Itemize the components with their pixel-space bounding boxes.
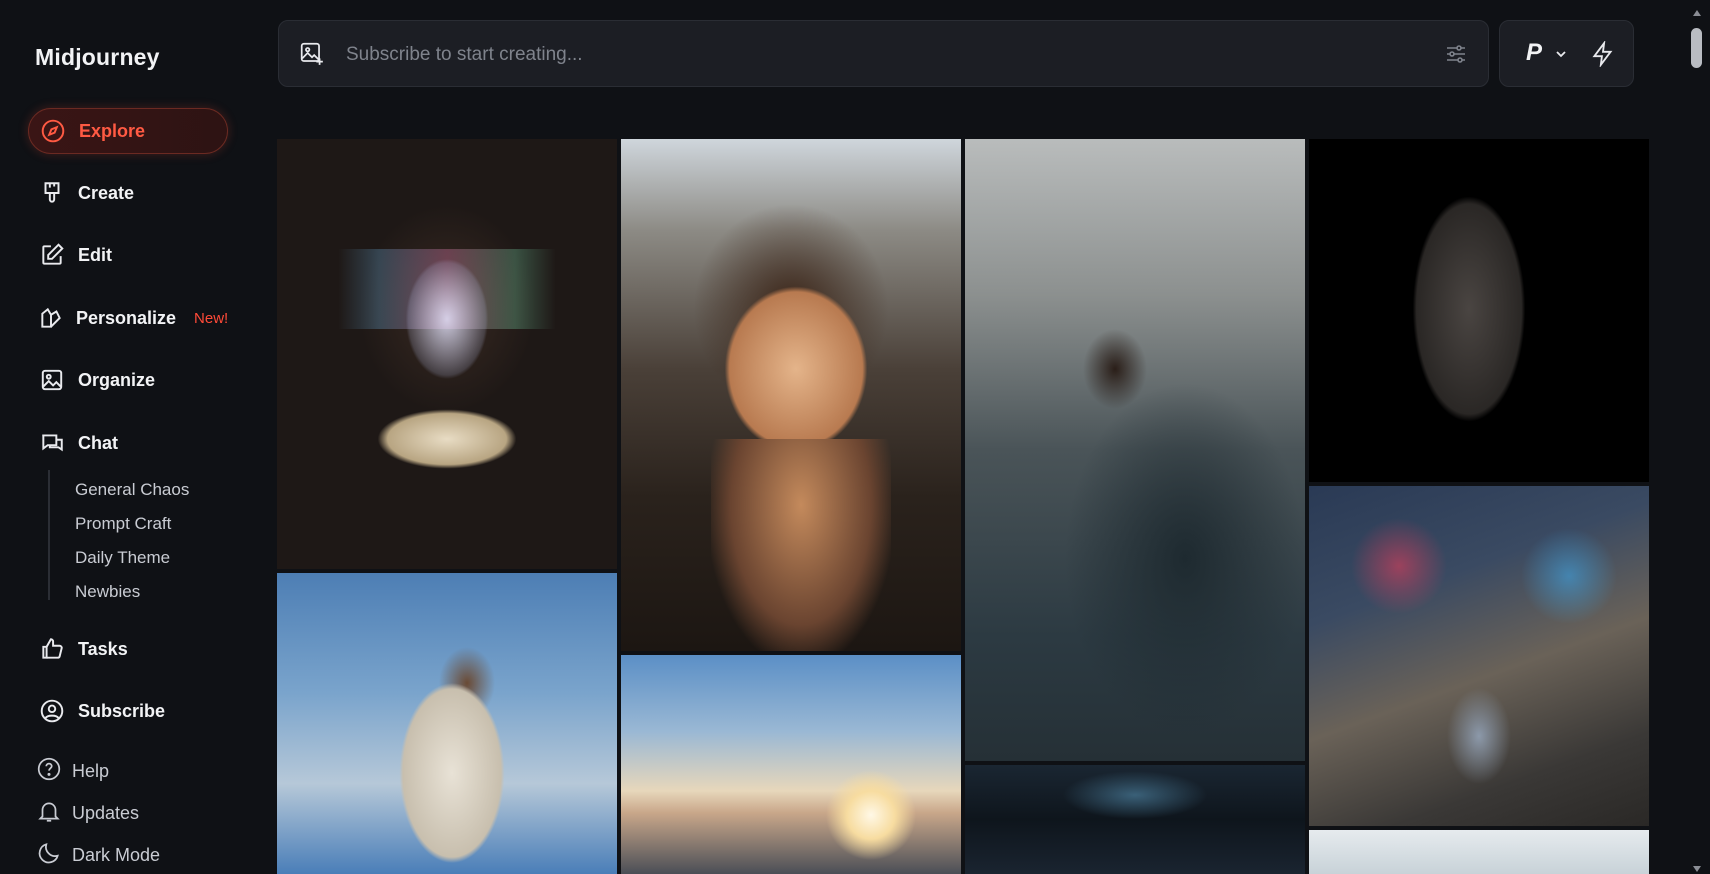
nav-label: Personalize (76, 307, 177, 328)
add-image-icon[interactable] (299, 41, 325, 67)
compass-icon (39, 117, 67, 145)
gallery-image-city-crossing[interactable] (1309, 486, 1649, 826)
nav-help[interactable]: Help (36, 756, 109, 787)
thumbs-up-icon (38, 635, 66, 663)
prompt-bar (278, 20, 1489, 87)
nav-explore[interactable]: Explore (28, 108, 228, 154)
gallery-image-sunset-plain[interactable] (621, 655, 961, 874)
moon-icon (36, 840, 62, 871)
gallery-image-holographic-portrait[interactable] (277, 139, 617, 569)
chat-room-list: General Chaos Prompt Craft Daily Theme N… (48, 470, 238, 602)
nav-updates-label: Updates (72, 803, 140, 823)
explore-gallery (277, 139, 1651, 874)
nav-chat[interactable]: Chat (28, 420, 228, 466)
nav-label: Tasks (78, 638, 128, 659)
image-icon (38, 366, 66, 394)
nav-updates[interactable]: Updates (36, 798, 139, 829)
prompt-input[interactable] (346, 39, 1386, 71)
mode-selector[interactable]: P (1499, 20, 1634, 87)
nav-subscribe[interactable]: Subscribe (28, 688, 228, 734)
chat-room-newbies[interactable]: Newbies (75, 582, 140, 602)
sidebar: Midjourney Explore Create Edit Personali… (0, 0, 252, 874)
chat-room-general-chaos[interactable]: General Chaos (75, 480, 189, 500)
app-logo[interactable]: Midjourney (35, 44, 160, 71)
lightning-bolt-icon[interactable] (1590, 39, 1616, 69)
help-icon (36, 756, 62, 787)
nav-help-label: Help (72, 761, 110, 781)
settings-sliders-icon[interactable] (1444, 42, 1468, 66)
nav-label: Chat (78, 432, 118, 453)
gallery-image-samurai-calligraphy[interactable] (1309, 139, 1649, 482)
nav-label: Organize (78, 369, 156, 390)
nav-label: Create (78, 182, 135, 203)
personalization-mode-label[interactable]: P (1526, 39, 1542, 67)
nav-label: Explore (79, 120, 146, 141)
dark-mode-label: Dark Mode (72, 845, 161, 865)
chevron-down-icon[interactable] (1554, 47, 1568, 61)
gallery-image-crowd-motion[interactable] (965, 139, 1305, 761)
gallery-image-smiling-woman[interactable] (621, 139, 961, 651)
chat-room-prompt-craft[interactable]: Prompt Craft (75, 514, 171, 534)
nav-label: Edit (78, 244, 112, 265)
nav-tasks[interactable]: Tasks (28, 626, 228, 672)
account-circle-icon (38, 697, 66, 725)
paintbrush-icon (38, 179, 66, 207)
gallery-image-car-interior[interactable] (965, 765, 1305, 874)
bell-icon (36, 798, 62, 829)
chat-room-daily-theme[interactable]: Daily Theme (75, 548, 170, 568)
dark-mode-toggle[interactable]: Dark Mode (36, 840, 160, 871)
nav-edit[interactable]: Edit (28, 232, 228, 278)
nav-personalize[interactable]: Personalize New! (28, 295, 228, 341)
edit-icon (38, 241, 66, 269)
gallery-image-woman-sky[interactable] (277, 573, 617, 874)
nav-create[interactable]: Create (28, 170, 228, 216)
chat-icon (38, 429, 66, 457)
personalize-icon (38, 304, 64, 332)
new-badge: New! (194, 309, 229, 327)
nav-organize[interactable]: Organize (28, 357, 228, 403)
page-scrollbar[interactable] (1684, 0, 1710, 874)
gallery-image-sketch[interactable] (1309, 830, 1649, 874)
scroll-thumb[interactable] (1691, 28, 1702, 68)
scroll-down-icon[interactable] (1692, 860, 1702, 872)
scroll-up-icon[interactable] (1692, 4, 1702, 16)
nav-label: Subscribe (78, 700, 166, 721)
